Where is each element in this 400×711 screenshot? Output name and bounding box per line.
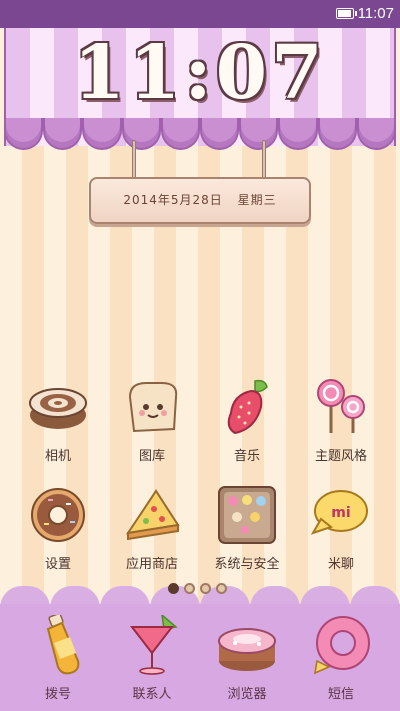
app-camera[interactable]: 相机 [10,377,106,464]
status-bar: 11:07 [0,0,400,28]
app-label: 应用商店 [125,557,178,572]
weekday-text: 星期三 [237,193,277,207]
contacts-cocktail-icon [120,613,184,675]
date-text: 2014年5月28日 [123,193,223,207]
page-indicator[interactable] [168,583,227,594]
battery-icon [336,8,357,19]
gallery-toast-icon [120,377,184,437]
app-label: 米聊 [327,557,354,572]
app-label: 图库 [138,449,165,464]
app-label: 设置 [44,557,71,572]
camera-roll-cake-icon [26,377,90,437]
clock-widget[interactable]: 11:07 [0,30,400,116]
app-label: 拨号 [44,687,71,702]
music-strawberry-icon [215,377,279,437]
app-label: 短信 [327,687,354,702]
app-label: 浏览器 [227,687,267,702]
app-label: 相机 [44,449,71,464]
themes-lollipop-icon [309,377,373,437]
page-dot-1[interactable] [168,583,179,594]
messages-donut-icon [309,615,373,675]
settings-donut-icon [26,485,90,545]
dock-app-contacts[interactable]: 联系人 [104,613,200,702]
security-cookie-tray-icon [215,485,279,545]
app-label: 联系人 [132,687,172,702]
svg-text:mi: mi [331,505,350,521]
app-security[interactable]: 系统与安全 [199,485,295,572]
app-label: 音乐 [233,449,260,464]
date-widget[interactable]: 2014年5月28日 星期三 [89,177,311,224]
page-dot-4[interactable] [216,583,227,594]
page-dot-2[interactable] [184,583,195,594]
miliao-chat-bubble-icon: mi [309,485,373,545]
app-gallery[interactable]: 图库 [104,377,200,464]
phone-bottle-icon [26,613,90,675]
awning-scallops [4,118,397,150]
app-store-pizza-icon [120,485,184,545]
app-store[interactable]: 应用商店 [104,485,200,572]
page-dot-3[interactable] [200,583,211,594]
status-time: 11:07 [357,5,394,22]
dock-app-messages[interactable]: 短信 [293,615,389,702]
app-label: 主题风格 [314,449,367,464]
app-miliao[interactable]: mi 米聊 [293,485,389,572]
dock-app-phone[interactable]: 拨号 [10,613,106,702]
app-settings[interactable]: 设置 [10,485,106,572]
browser-cake-icon [215,615,279,675]
dock-app-browser[interactable]: 浏览器 [199,615,295,702]
app-themes[interactable]: 主题风格 [293,377,389,464]
app-label: 系统与安全 [214,557,280,572]
app-music[interactable]: 音乐 [199,377,295,464]
